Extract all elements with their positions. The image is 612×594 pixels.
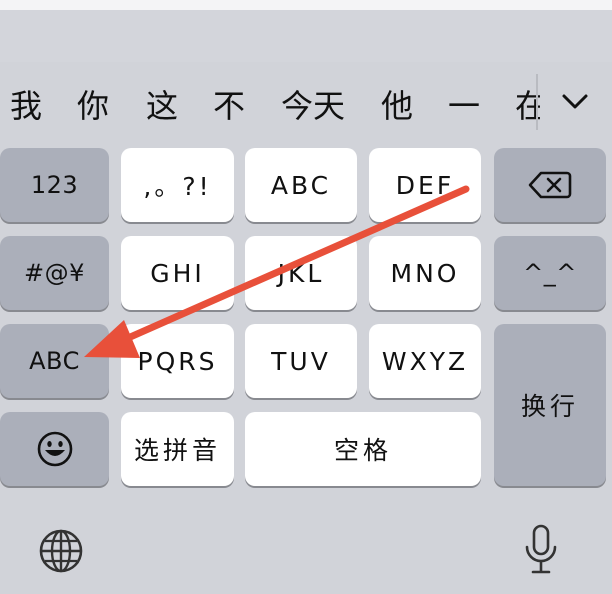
candidate-item[interactable]: 这 [146, 86, 178, 126]
microphone-button[interactable] [518, 522, 564, 578]
key-label: WXYZ [381, 346, 469, 376]
key-label: JKL [277, 258, 325, 288]
punctuation-key[interactable]: ,。?! [121, 148, 234, 222]
key-label: GHI [150, 258, 205, 288]
candidate-item[interactable]: 我 [10, 86, 42, 126]
globe-icon [39, 529, 83, 573]
key-label: 换行 [520, 392, 579, 421]
jkl-key[interactable]: JKL [245, 236, 357, 310]
numbers-key[interactable]: 123 [0, 148, 109, 222]
key-label: ^_^ [523, 259, 577, 287]
expand-candidates-button[interactable] [546, 80, 604, 124]
candidate-item[interactable]: 一 [448, 86, 480, 126]
abc-switch-key[interactable]: ABC [0, 324, 109, 398]
ghi-key[interactable]: GHI [121, 236, 234, 310]
globe-button[interactable] [36, 526, 86, 576]
space-key[interactable]: 空格 [245, 412, 481, 486]
key-label: PQRS [137, 346, 218, 376]
candidate-divider [536, 74, 538, 130]
def-key[interactable]: DEF [369, 148, 481, 222]
candidate-item[interactable]: 今天 [281, 86, 345, 126]
key-label: MNO [390, 258, 460, 288]
candidate-item[interactable]: 你 [77, 86, 109, 126]
pqrs-key[interactable]: PQRS [121, 324, 234, 398]
tuv-key[interactable]: TUV [245, 324, 357, 398]
backspace-icon [528, 171, 572, 199]
key-label: ,。?! [143, 172, 212, 201]
candidate-item[interactable]: 他 [381, 86, 413, 126]
key-label: TUV [271, 346, 331, 376]
candidate-item[interactable]: 不 [213, 86, 245, 126]
abc-key[interactable]: ABC [245, 148, 357, 222]
keyboard-top-area [0, 10, 612, 62]
smiley-icon [37, 431, 72, 467]
key-label: 123 [30, 171, 79, 199]
app-content-edge [0, 0, 612, 10]
return-key[interactable]: 换行 [494, 324, 606, 486]
key-label: 选拼音 [133, 436, 221, 465]
candidate-bar: 我 你 这 不 今天 他 一 在 [0, 72, 540, 142]
key-label: #@¥ [24, 259, 85, 287]
emoticon-key[interactable]: ^_^ [494, 236, 606, 310]
microphone-icon [525, 524, 557, 574]
wxyz-key[interactable]: WXYZ [369, 324, 481, 398]
key-label: ABC [29, 347, 80, 375]
chevron-down-icon [562, 94, 588, 109]
delete-key[interactable] [494, 148, 606, 222]
key-label: ABC [270, 170, 332, 200]
mno-key[interactable]: MNO [369, 236, 481, 310]
key-label: 空格 [333, 436, 392, 465]
select-pinyin-key[interactable]: 选拼音 [121, 412, 234, 486]
emoji-key[interactable] [0, 412, 109, 486]
symbols-key[interactable]: #@¥ [0, 236, 109, 310]
key-label: DEF [395, 170, 455, 200]
